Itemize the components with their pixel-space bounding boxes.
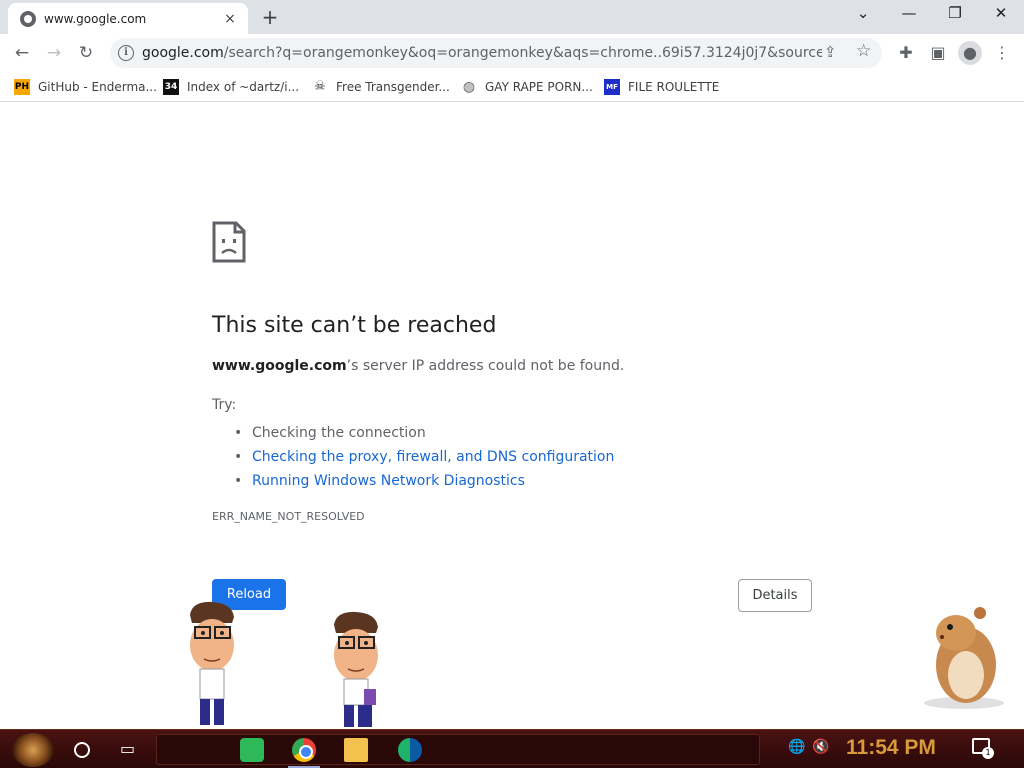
side-panel-icon[interactable]: ▣ [926, 41, 950, 65]
new-tab-button[interactable]: + [258, 5, 282, 29]
try-label: Try: [212, 397, 237, 413]
share-icon[interactable]: ⇪ [824, 43, 837, 61]
menu-icon[interactable]: ⋮ [990, 41, 1014, 65]
suggestion-list: Checking the connection Checking the pro… [234, 421, 614, 493]
browser-toolbar: ← → ↻ i google.com/search?q=orangemonkey… [0, 34, 1024, 72]
browser-tab[interactable]: www.google.com × [8, 3, 248, 34]
bookmark-item[interactable]: ☠ Free Transgender... [312, 77, 450, 97]
error-description: www.google.com’s server IP address could… [212, 358, 624, 374]
bookmark-item[interactable]: PH GitHub - Enderma... [14, 77, 157, 97]
notification-count: 1 [982, 747, 994, 759]
back-button[interactable]: ← [10, 41, 34, 65]
bookmark-favicon-icon: PH [14, 79, 30, 95]
bookmark-item[interactable]: 34 Index of ~dartz/i... [163, 77, 299, 97]
minimize-button[interactable]: — [893, 4, 925, 22]
edge-app-icon[interactable] [398, 738, 422, 762]
error-host: www.google.com [212, 358, 347, 374]
cartoon-character-right[interactable] [326, 611, 388, 729]
url-text[interactable]: google.com/search?q=orangemonkey&oq=oran… [142, 45, 822, 61]
sad-page-icon [212, 221, 246, 263]
cartoon-character-left[interactable] [182, 601, 242, 727]
bookmark-favicon-icon: MF [604, 79, 620, 95]
clock[interactable]: 11:54 PM [846, 736, 936, 760]
tab-strip: www.google.com × + ⌄ — ❐ ✕ [0, 0, 1024, 34]
suggestion-link[interactable]: Running Windows Network Diagnostics [234, 469, 614, 493]
bookmark-star-icon[interactable]: ☆ [856, 41, 871, 61]
url-path: /search?q=orangemonkey&oq=orangemonkey&a… [223, 45, 822, 61]
task-view-icon[interactable]: ▭ [120, 739, 135, 758]
file-explorer-icon[interactable] [344, 738, 368, 762]
bookmark-label: GAY RAPE PORN... [485, 80, 593, 94]
tab-title: www.google.com [44, 11, 147, 26]
suggestion-item: Checking the connection [234, 421, 614, 445]
error-title: This site can’t be reached [212, 313, 497, 338]
chrome-app-icon[interactable] [292, 738, 316, 762]
skull-icon: ☠ [314, 79, 326, 94]
error-description-rest: ’s server IP address could not be found. [346, 358, 625, 374]
bookmark-label: Free Transgender... [336, 80, 450, 94]
volume-muted-icon[interactable]: 🔇 [812, 739, 829, 755]
tab-search-button[interactable]: ⌄ [847, 4, 879, 22]
network-icon[interactable]: 🌐 [788, 739, 805, 755]
profile-avatar[interactable]: ● [958, 41, 982, 65]
start-button[interactable] [12, 733, 54, 767]
hamster-icon[interactable] [920, 603, 1010, 711]
restore-button[interactable]: ❐ [939, 4, 971, 22]
bookmark-item[interactable]: ◍ GAY RAPE PORN... [461, 77, 593, 97]
details-button[interactable]: Details [738, 579, 812, 612]
globe-icon: ◍ [462, 79, 476, 95]
bookmarks-bar: PH GitHub - Enderma... 34 Index of ~dart… [0, 72, 1024, 102]
search-circle-icon[interactable] [74, 742, 90, 758]
forward-button[interactable]: → [42, 41, 66, 65]
bookmark-label: FILE ROULETTE [628, 80, 720, 94]
bookmark-favicon-icon: 34 [163, 79, 179, 95]
bookmark-label: Index of ~dartz/i... [187, 80, 300, 94]
screen: www.google.com × + ⌄ — ❐ ✕ ← → ↻ i googl… [0, 0, 1024, 768]
bookmark-label: GitHub - Enderma... [38, 80, 157, 94]
extensions-icon[interactable]: ✚ [894, 41, 918, 65]
close-icon[interactable]: × [220, 11, 240, 27]
info-icon[interactable]: i [118, 45, 134, 61]
url-host: google.com [142, 45, 224, 61]
globe-icon [20, 10, 36, 27]
bookmark-item[interactable]: MF FILE ROULETTE [604, 77, 719, 97]
taskbar: ▭ 🌐 🔇 11:54 PM 1 [0, 729, 1024, 768]
error-page: This site can’t be reached www.google.co… [0, 103, 1024, 729]
close-window-button[interactable]: ✕ [985, 4, 1017, 22]
error-code: ERR_NAME_NOT_RESOLVED [212, 510, 365, 523]
address-bar[interactable]: i google.com/search?q=orangemonkey&oq=or… [110, 38, 882, 68]
reload-button[interactable]: ↻ [74, 41, 98, 65]
notes-app-icon[interactable] [240, 738, 264, 762]
suggestion-link[interactable]: Checking the proxy, firewall, and DNS co… [234, 445, 614, 469]
